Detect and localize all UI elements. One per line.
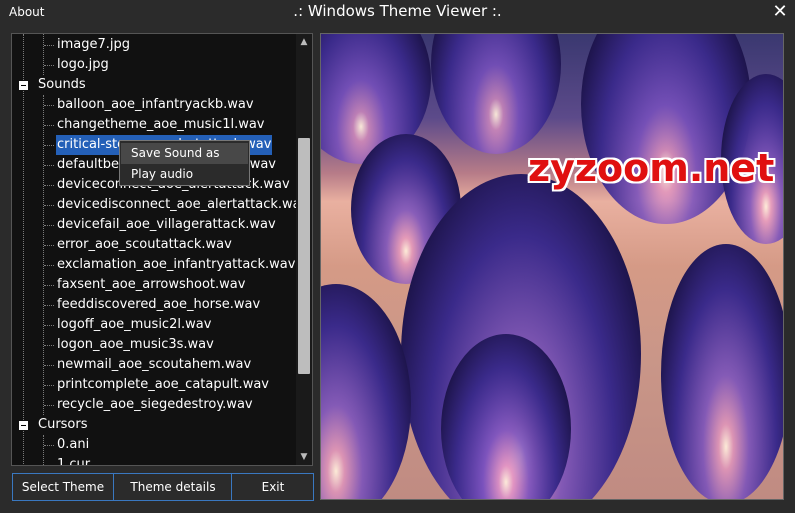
tree-file-item[interactable]: balloon_aoe_infantryackb.wav <box>12 95 296 115</box>
tree-connector <box>44 205 54 206</box>
tree-item-label: devicefail_aoe_villagerattack.wav <box>57 217 276 232</box>
tree-file-item[interactable]: logo.jpg <box>12 55 296 75</box>
sphere-9 <box>661 244 783 499</box>
tree-connector <box>44 245 54 246</box>
close-icon[interactable]: ✕ <box>771 1 789 23</box>
scroll-down-icon[interactable]: ▼ <box>296 449 312 465</box>
tree-item-label: logoff_aoe_music2l.wav <box>57 317 212 332</box>
tree-item-label: recycle_aoe_siegedestroy.wav <box>57 397 253 412</box>
tree-file-item[interactable]: error_aoe_scoutattack.wav <box>12 235 296 255</box>
tree-file-item[interactable]: exclamation_aoe_infantryattack.wav <box>12 255 296 275</box>
collapse-icon[interactable] <box>19 421 28 430</box>
tree-connector <box>44 305 54 306</box>
tree-group-node[interactable]: Cursors <box>12 415 296 435</box>
context-menu: Save Sound as Play audio <box>119 140 250 186</box>
scroll-up-icon[interactable]: ▲ <box>296 34 312 50</box>
tree-file-item[interactable]: printcomplete_aoe_catapult.wav <box>12 375 296 395</box>
tree-connector <box>44 445 54 446</box>
sphere-2 <box>431 34 561 154</box>
play-audio-menu-item[interactable]: Play audio <box>121 164 248 185</box>
tree-connector <box>44 185 54 186</box>
tree-file-item[interactable]: logoff_aoe_music2l.wav <box>12 315 296 335</box>
tree-item-label: exclamation_aoe_infantryattack.wav <box>57 257 296 272</box>
tree-file-item[interactable]: logon_aoe_music3s.wav <box>12 335 296 355</box>
button-bar: Select Theme Theme details Exit <box>12 473 314 501</box>
scrollbar-thumb[interactable] <box>298 138 310 374</box>
tree-file-item[interactable]: changetheme_aoe_music1l.wav <box>12 115 296 135</box>
tree-item-label: logon_aoe_music3s.wav <box>57 337 214 352</box>
tree-item-label: balloon_aoe_infantryackb.wav <box>57 97 254 112</box>
sphere-7 <box>321 284 411 499</box>
select-theme-button[interactable]: Select Theme <box>13 474 113 500</box>
tree-item-label: Cursors <box>38 417 88 432</box>
tree-item-label: Sounds <box>38 77 86 92</box>
tree-connector <box>44 165 54 166</box>
image-preview <box>320 33 784 500</box>
tree-item-label: newmail_aoe_scoutahem.wav <box>57 357 252 372</box>
tree-file-item[interactable]: recycle_aoe_siegedestroy.wav <box>12 395 296 415</box>
tree-item-label: printcomplete_aoe_catapult.wav <box>57 377 269 392</box>
tree-file-item[interactable]: newmail_aoe_scoutahem.wav <box>12 355 296 375</box>
tree-item-label: error_aoe_scoutattack.wav <box>57 237 232 252</box>
tree-item-label: changetheme_aoe_music1l.wav <box>57 117 265 132</box>
save-sound-as-menu-item[interactable]: Save Sound as <box>121 143 248 164</box>
tree-item-label: logo.jpg <box>57 57 109 72</box>
tree-connector <box>44 225 54 226</box>
tree-item-label: 0.ani <box>57 437 90 452</box>
tree-file-item[interactable]: feeddiscovered_aoe_horse.wav <box>12 295 296 315</box>
tree-file-item[interactable]: faxsent_aoe_arrowshoot.wav <box>12 275 296 295</box>
resource-tree[interactable]: image7.jpg logo.jpg Sounds balloon_aoe_infa… <box>11 33 313 466</box>
tree-connector <box>44 405 54 406</box>
tree-item-label: image7.jpg <box>57 37 131 52</box>
tree-rows: image7.jpg logo.jpg Sounds balloon_aoe_infa… <box>12 35 308 466</box>
tree-connector <box>44 465 54 466</box>
theme-details-button[interactable]: Theme details <box>113 474 232 500</box>
tree-connector <box>44 365 54 366</box>
title-bar: About .: Windows Theme Viewer :. ✕ <box>0 0 795 26</box>
tree-connector <box>44 265 54 266</box>
tree-file-item[interactable]: devicedisconnect_aoe_alertattack.wav <box>12 195 308 215</box>
tree-file-item[interactable]: 1.cur <box>12 455 296 466</box>
tree-scrollbar[interactable]: ▲ ▼ <box>296 34 312 465</box>
tree-file-item[interactable]: 0.ani <box>12 435 296 455</box>
tree-connector <box>44 385 54 386</box>
watermark-text: zyzoom.net <box>528 146 775 190</box>
tree-connector <box>44 145 54 146</box>
tree-item-label: devicedisconnect_aoe_alertattack.wav <box>57 197 309 212</box>
tree-file-item[interactable]: devicefail_aoe_villagerattack.wav <box>12 215 296 235</box>
tree-file-item[interactable]: image7.jpg <box>12 35 296 55</box>
tree-group-node[interactable]: Sounds <box>12 75 296 95</box>
tree-item-label: 1.cur <box>57 457 91 466</box>
tree-connector <box>44 325 54 326</box>
tree-connector <box>44 125 54 126</box>
window-title: .: Windows Theme Viewer :. <box>293 2 502 20</box>
tree-connector <box>44 65 54 66</box>
tree-item-label: faxsent_aoe_arrowshoot.wav <box>57 277 246 292</box>
collapse-icon[interactable] <box>19 81 28 90</box>
tree-connector <box>44 105 54 106</box>
tree-connector <box>44 285 54 286</box>
tree-connector <box>44 345 54 346</box>
tree-connector <box>44 45 54 46</box>
tree-item-label: feeddiscovered_aoe_horse.wav <box>57 297 261 312</box>
exit-button[interactable]: Exit <box>231 474 314 500</box>
